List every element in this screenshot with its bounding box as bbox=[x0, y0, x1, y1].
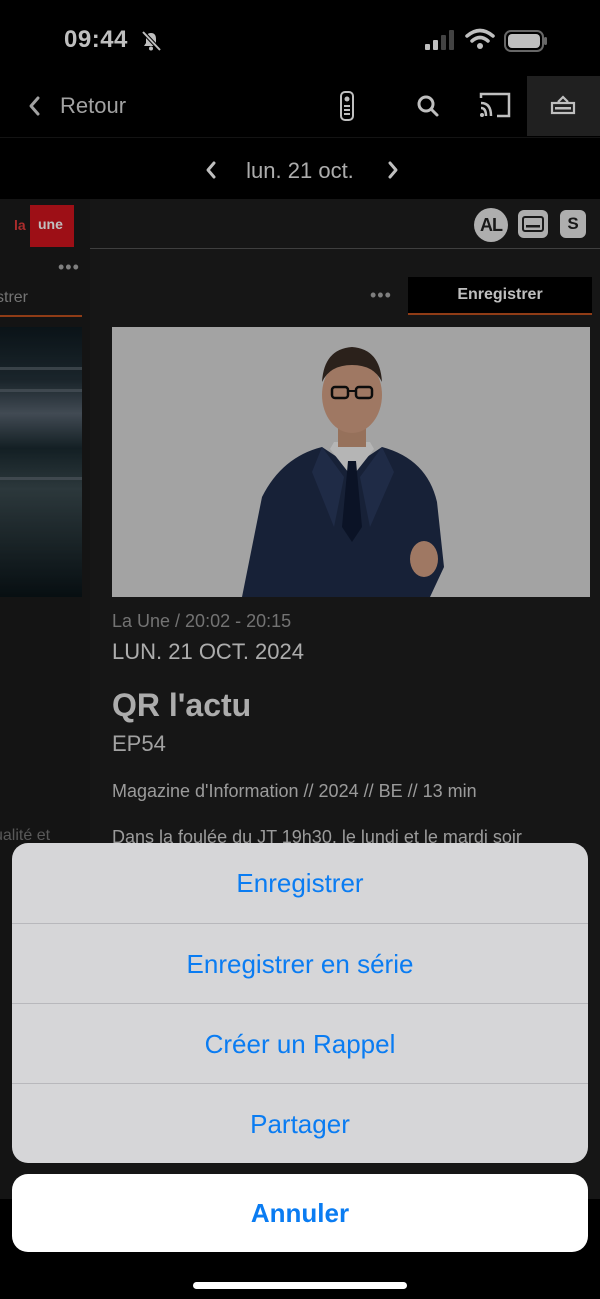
action-record-series[interactable]: Enregistrer en série bbox=[12, 923, 588, 1003]
action-create-reminder[interactable]: Créer un Rappel bbox=[12, 1003, 588, 1083]
home-indicator[interactable] bbox=[193, 1282, 407, 1289]
action-sheet: Enregistrer Enregistrer en série Créer u… bbox=[12, 843, 588, 1163]
action-share[interactable]: Partager bbox=[12, 1083, 588, 1163]
cancel-button[interactable]: Annuler bbox=[12, 1174, 588, 1252]
action-record[interactable]: Enregistrer bbox=[12, 843, 588, 923]
